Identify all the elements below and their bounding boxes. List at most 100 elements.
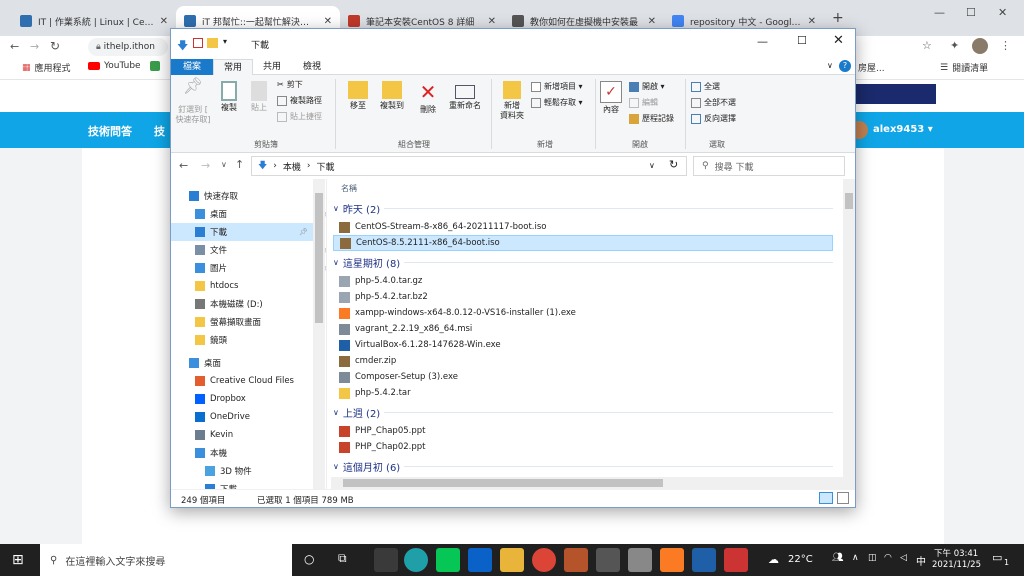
nav-item[interactable]: 螢幕擷取畫面 bbox=[195, 313, 261, 331]
maximize-button[interactable]: ☐ bbox=[797, 34, 807, 47]
easy-access-button[interactable]: 輕鬆存取 ▾ bbox=[531, 97, 583, 108]
nav-item[interactable]: 本機磁碟 (D:) bbox=[195, 295, 263, 313]
maximize-window-icon[interactable]: ☐ bbox=[966, 6, 976, 19]
ribbon-collapse-icon[interactable]: ∨ bbox=[827, 61, 833, 70]
chrome-icon[interactable] bbox=[532, 548, 556, 572]
close-window-icon[interactable]: ✕ bbox=[998, 6, 1007, 19]
cortana-icon[interactable]: ○ bbox=[304, 552, 314, 566]
invert-selection-button[interactable]: 反向選擇 bbox=[691, 113, 736, 124]
weather-temp[interactable]: 22°C bbox=[788, 554, 813, 565]
delete-button[interactable]: ✕ 刪除 bbox=[415, 81, 441, 115]
file-row[interactable]: php-5.4.2.tar bbox=[339, 385, 411, 401]
group-header[interactable]: ∨ 這星期初 (8) bbox=[333, 255, 833, 270]
file-row[interactable]: php-5.4.2.tar.bz2 bbox=[339, 289, 428, 305]
nav-item[interactable]: 圖片📌︎ bbox=[195, 259, 326, 277]
weather-icon[interactable]: ☁ bbox=[768, 553, 779, 566]
horizontal-scrollbar[interactable] bbox=[331, 477, 843, 489]
ime-indicator[interactable]: 中 bbox=[916, 553, 926, 568]
pin-quick-access-button[interactable]: 📌︎ 釘選到 [ 快速存取] bbox=[175, 78, 211, 125]
people-icon[interactable]: 👥︎ bbox=[832, 553, 843, 563]
rename-button[interactable]: 重新命名 bbox=[445, 81, 485, 111]
file-scrollbar[interactable] bbox=[843, 179, 855, 489]
refresh-icon[interactable]: ↻ bbox=[669, 158, 678, 171]
bookmark-partial[interactable]: 房屋... bbox=[858, 61, 885, 74]
nav-item[interactable]: 3D 物件 bbox=[205, 462, 252, 480]
file-row[interactable]: vagrant_2.2.19_x86_64.msi bbox=[339, 321, 472, 337]
tab-home[interactable]: 常用 bbox=[213, 59, 254, 75]
file-explorer-icon[interactable] bbox=[500, 548, 524, 572]
windows-start-icon[interactable]: ⊞ bbox=[12, 552, 24, 568]
forward-icon[interactable]: → bbox=[201, 159, 210, 172]
nav-item[interactable]: 本機 bbox=[195, 444, 227, 462]
nav-item[interactable]: 下載 📌︎ bbox=[171, 223, 313, 241]
close-tab-icon[interactable]: ✕ bbox=[324, 16, 332, 27]
column-header-name[interactable]: 名稱 bbox=[341, 183, 357, 194]
network-icon[interactable]: ◫ bbox=[868, 553, 877, 563]
nav-item[interactable]: 鏡頭 bbox=[195, 331, 227, 349]
edit-button[interactable]: 編輯 bbox=[629, 97, 658, 108]
virtualbox-icon[interactable] bbox=[692, 548, 716, 572]
file-row[interactable]: PHP_Chap05.ppt bbox=[339, 423, 425, 439]
forward-icon[interactable]: → bbox=[30, 40, 39, 53]
star-icon[interactable]: ☆ bbox=[922, 39, 932, 52]
details-view-icon[interactable] bbox=[819, 492, 833, 504]
new-folder-button[interactable]: 新增 資料夾 bbox=[495, 81, 529, 121]
copy-path-button[interactable]: 複製路徑 bbox=[277, 95, 322, 106]
close-tab-icon[interactable]: ✕ bbox=[648, 16, 656, 27]
extensions-icon[interactable]: ✦ bbox=[950, 39, 959, 52]
nav-item-qa[interactable]: 技術問答 bbox=[88, 123, 132, 139]
close-tab-icon[interactable]: ✕ bbox=[488, 16, 496, 27]
nav-item[interactable]: 桌面📌︎ bbox=[195, 205, 326, 223]
nav-scroll-thumb[interactable] bbox=[315, 193, 323, 323]
nav-scrollbar[interactable] bbox=[313, 179, 325, 489]
volume-icon[interactable]: ◁ bbox=[900, 553, 907, 563]
settings-icon[interactable] bbox=[596, 548, 620, 572]
file-row[interactable]: VirtualBox-6.1.28-147628-Win.exe bbox=[339, 337, 501, 353]
group-header[interactable]: ∨ 這個月初 (6) bbox=[333, 459, 833, 474]
history-button[interactable]: 歷程記錄 bbox=[629, 113, 674, 124]
quick-access-dropdown-icon[interactable]: ▾ bbox=[223, 37, 227, 46]
properties-icon[interactable] bbox=[193, 38, 203, 48]
bookmark-more[interactable] bbox=[150, 61, 160, 71]
browser-tab[interactable]: IT | 作業系統 | Linux | CentO ✕ bbox=[12, 6, 176, 36]
nav-item[interactable]: Kevin bbox=[195, 426, 233, 444]
tab-view[interactable]: 檢視 bbox=[293, 59, 331, 75]
close-tab-icon[interactable]: ✕ bbox=[808, 16, 816, 27]
select-all-button[interactable]: 全選 bbox=[691, 81, 720, 92]
select-none-button[interactable]: 全部不選 bbox=[691, 97, 736, 108]
paste-shortcut-button[interactable]: 貼上捷徑 bbox=[277, 111, 322, 122]
bookmark-youtube[interactable]: YouTube bbox=[88, 61, 141, 71]
paste-button[interactable]: 貼上 bbox=[247, 81, 271, 113]
nav-item[interactable]: 快速存取 bbox=[189, 187, 238, 205]
file-row[interactable]: php-5.4.0.tar.gz bbox=[339, 273, 422, 289]
back-icon[interactable]: ← bbox=[10, 40, 19, 53]
nav-item[interactable]: OneDrive bbox=[195, 408, 250, 426]
file-row[interactable]: xampp-windows-x64-8.0.12-0-VS16-installe… bbox=[339, 305, 576, 321]
minimize-button[interactable]: — bbox=[757, 35, 768, 48]
file-row[interactable]: CentOS-Stream-8-x86_64-20211117-boot.iso bbox=[339, 219, 546, 235]
file-row[interactable]: CentOS-8.5.2111-x86_64-boot.iso bbox=[333, 235, 833, 251]
cut-button[interactable]: ✂ 剪下 bbox=[277, 79, 303, 90]
nav-item[interactable]: 桌面 bbox=[189, 354, 221, 372]
file-scroll-thumb[interactable] bbox=[845, 193, 853, 209]
task-view-icon[interactable]: ⧉ bbox=[338, 551, 347, 566]
recent-dropdown-icon[interactable]: ∨ bbox=[221, 160, 227, 169]
profile-avatar[interactable] bbox=[972, 38, 988, 54]
copy-button[interactable]: 複製 bbox=[217, 81, 241, 113]
address-dropdown-icon[interactable]: ∨ bbox=[649, 161, 655, 170]
line-icon[interactable] bbox=[436, 548, 460, 572]
app-icon[interactable] bbox=[724, 548, 748, 572]
file-row[interactable]: cmder.zip bbox=[339, 353, 396, 369]
bookmark-apps[interactable]: ▦ 應用程式 bbox=[22, 61, 71, 75]
reload-icon[interactable]: ↻ bbox=[50, 39, 60, 53]
search-input[interactable]: ⚲ 搜尋 下載 bbox=[693, 156, 845, 176]
minimize-window-icon[interactable]: — bbox=[934, 6, 945, 19]
wifi-icon[interactable]: ◠ bbox=[884, 553, 892, 563]
horizontal-scroll-thumb[interactable] bbox=[343, 479, 663, 487]
reading-list[interactable]: ☰ 閱讀清單 bbox=[940, 61, 988, 75]
nav-item-tech[interactable]: 技 bbox=[154, 123, 165, 139]
mail-icon[interactable] bbox=[468, 548, 492, 572]
up-icon[interactable]: ↑ bbox=[235, 158, 244, 171]
file-row[interactable]: Composer-Setup (3).exe bbox=[339, 369, 458, 385]
nav-item[interactable]: 文件📌︎ bbox=[195, 241, 326, 259]
